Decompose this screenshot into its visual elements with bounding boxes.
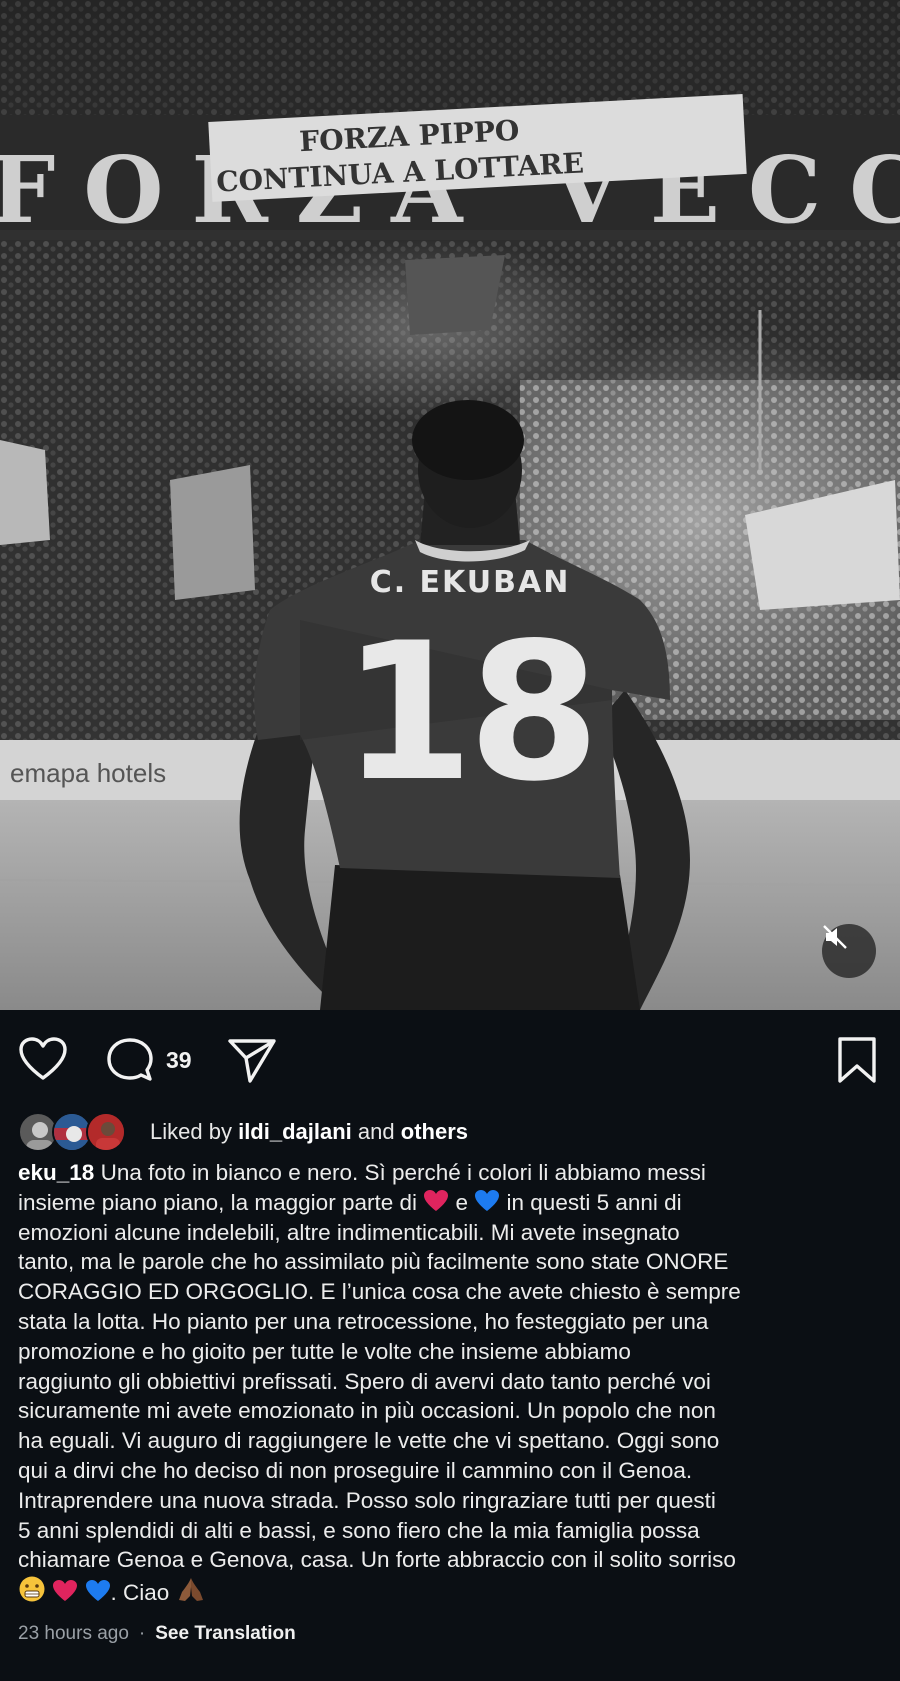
mute-button[interactable] bbox=[822, 924, 876, 978]
board-text: emapa hotels bbox=[10, 758, 166, 788]
stadium-photo: FORZA VECCHIO FORZA PIPPO CONTINUA A LOT… bbox=[0, 0, 900, 1010]
caption-line: emozioni alcune indelebili, altre indime… bbox=[18, 1219, 680, 1245]
liked-by-and: and bbox=[357, 1119, 395, 1144]
save-button[interactable] bbox=[836, 1036, 878, 1084]
meta-separator: · bbox=[138, 1623, 146, 1644]
caption-line: in questi 5 anni di bbox=[500, 1189, 682, 1215]
liked-by-prefix: Liked by bbox=[150, 1119, 232, 1144]
caption-line: stata la lotta. Ho pianto per una retroc… bbox=[18, 1308, 709, 1334]
action-bar bbox=[0, 1030, 900, 1090]
liked-by-user[interactable]: ildi_dajlani bbox=[238, 1119, 352, 1144]
see-translation-link[interactable]: See Translation bbox=[155, 1623, 295, 1645]
bookmark-icon bbox=[838, 1037, 876, 1083]
folded-hands-icon bbox=[178, 1578, 203, 1602]
mute-icon bbox=[823, 925, 847, 949]
caption-line: qui a dirvi che ho deciso di non prosegu… bbox=[18, 1457, 693, 1483]
blue-heart-icon bbox=[475, 1189, 500, 1211]
comment-button[interactable] bbox=[106, 1036, 154, 1084]
caption-line: 5 anni splendidi di alti e bassi, e sono… bbox=[18, 1517, 700, 1543]
post-timestamp: 23 hours ago bbox=[18, 1623, 129, 1644]
caption-line: . Ciao bbox=[110, 1580, 176, 1606]
share-button[interactable] bbox=[226, 1036, 278, 1084]
red-heart-icon bbox=[53, 1580, 78, 1602]
heart-icon bbox=[19, 1037, 67, 1080]
instagram-post: FORZA VECCHIO FORZA PIPPO CONTINUA A LOT… bbox=[0, 0, 900, 1681]
post-meta: 23 hours ago · See Translation bbox=[18, 1623, 296, 1645]
caption-line: Una foto in bianco e nero. Sì perché i c… bbox=[94, 1160, 706, 1185]
caption-line: raggiunto gli obbiettivi prefissati. Spe… bbox=[18, 1368, 711, 1394]
caption-line: chiamare Genoa e Genova, casa. Un forte … bbox=[18, 1547, 736, 1573]
liker-avatars[interactable] bbox=[18, 1110, 128, 1154]
caption-line: ha eguali. Vi auguro di raggiungere le v… bbox=[18, 1428, 720, 1454]
jersey-number: 18 bbox=[342, 602, 594, 823]
grimacing-face-icon bbox=[19, 1576, 45, 1602]
liked-by-text: Liked by ildi_dajlani and others bbox=[150, 1119, 468, 1145]
comment-icon bbox=[107, 1038, 153, 1081]
share-icon bbox=[228, 1039, 276, 1083]
caption-line: CORAGGIO ED ORGOGLIO. E l’unica cosa che… bbox=[18, 1279, 741, 1305]
avatar[interactable] bbox=[86, 1112, 126, 1152]
post-caption: eku_18 Una foto in bianco e nero. Sì per… bbox=[18, 1158, 884, 1608]
caption-line: insieme piano piano, la maggior parte di bbox=[18, 1189, 424, 1215]
likes-row[interactable]: Liked by ildi_dajlani and others bbox=[18, 1110, 468, 1154]
blue-heart-icon bbox=[85, 1580, 110, 1602]
caption-line: promozione e ho gioito per tutte le volt… bbox=[18, 1338, 631, 1364]
post-photo[interactable]: FORZA VECCHIO FORZA PIPPO CONTINUA A LOT… bbox=[0, 0, 900, 1010]
caption-username[interactable]: eku_18 bbox=[18, 1160, 94, 1185]
comment-count[interactable]: 39 bbox=[166, 1047, 192, 1074]
jersey-name: C. EKUBAN bbox=[370, 565, 571, 600]
caption-line: Intraprendere una nuova strada. Posso so… bbox=[18, 1487, 716, 1513]
caption-line: e bbox=[449, 1189, 475, 1215]
liked-by-others[interactable]: others bbox=[401, 1119, 468, 1144]
red-heart-icon bbox=[424, 1189, 449, 1211]
caption-line: sicuramente mi avete emozionato in più o… bbox=[18, 1398, 716, 1424]
like-button[interactable] bbox=[18, 1036, 68, 1082]
caption-line: tanto, ma le parole che ho assimilato pi… bbox=[18, 1249, 729, 1275]
